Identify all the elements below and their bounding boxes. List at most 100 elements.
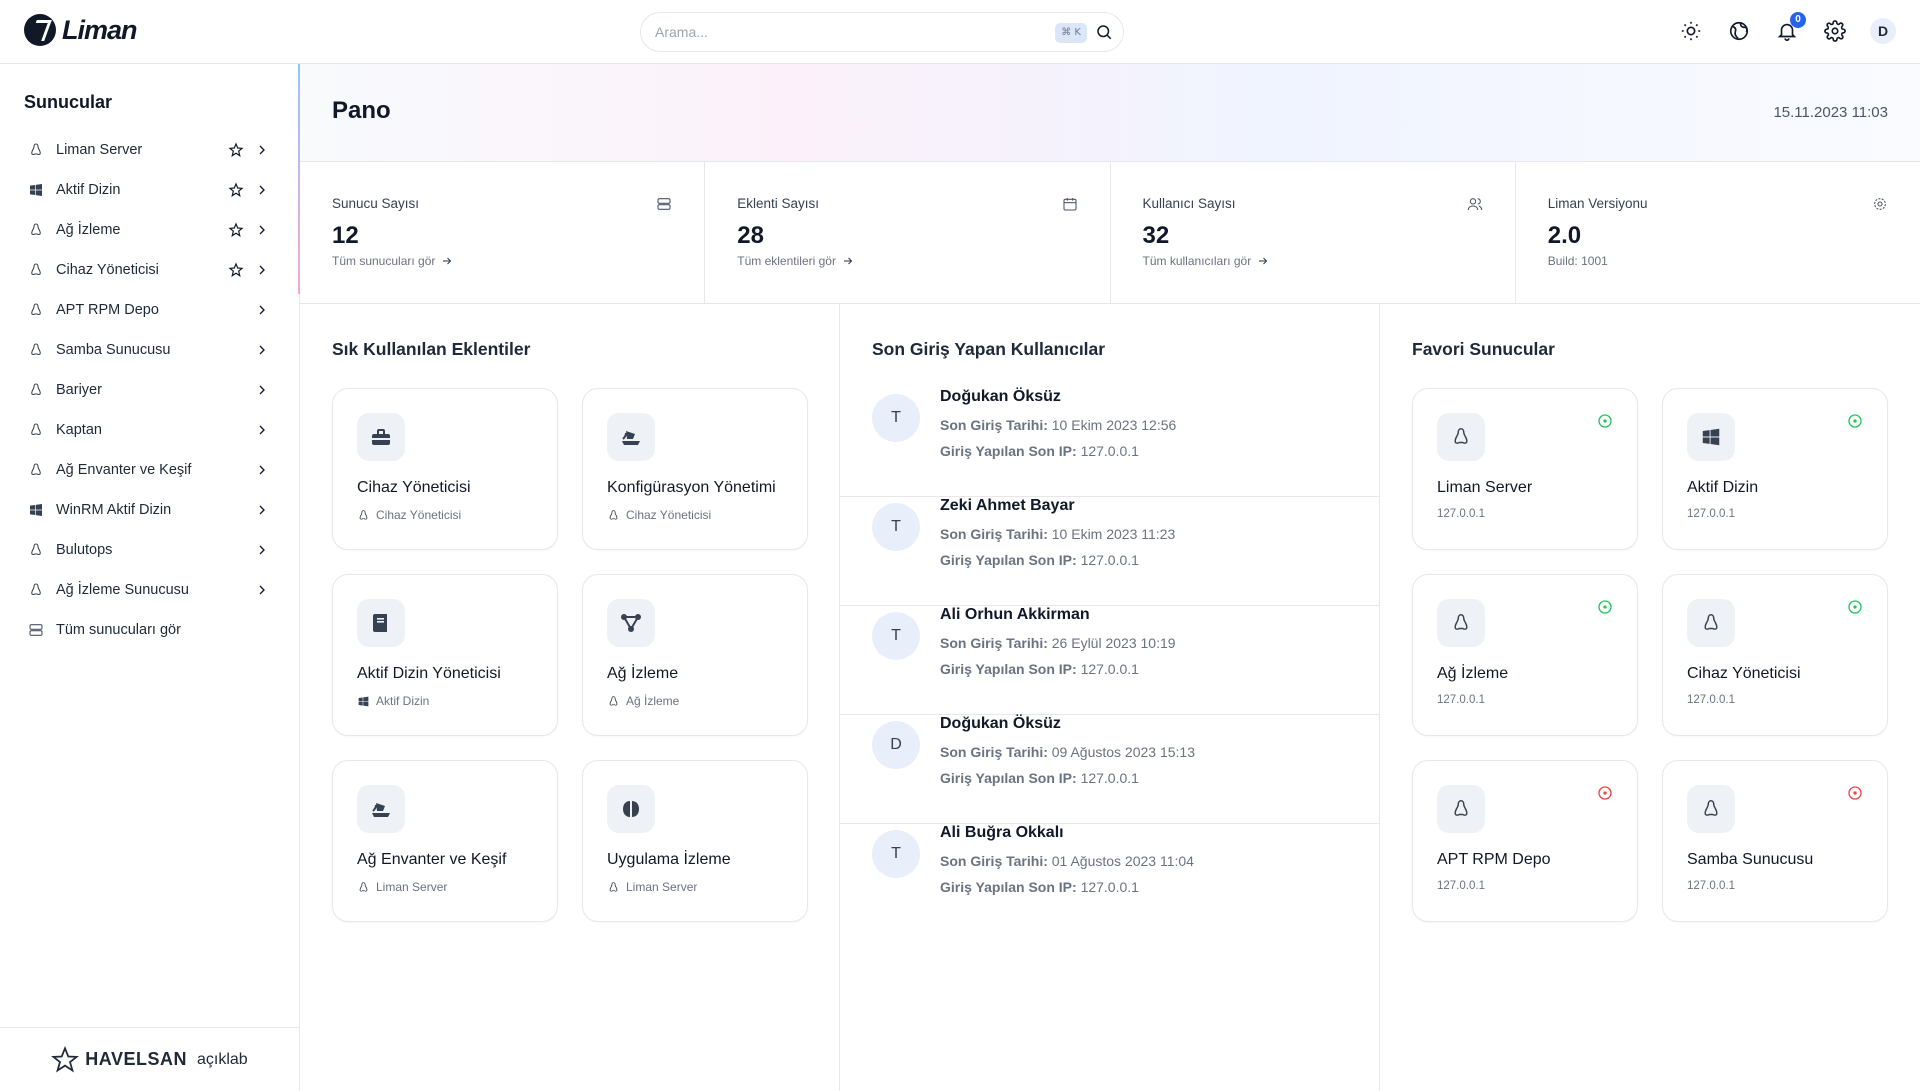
- sidebar-item[interactable]: Liman Server: [24, 130, 274, 170]
- chevron-right-icon[interactable]: [254, 542, 270, 558]
- chevron-right-icon[interactable]: [254, 462, 270, 478]
- search-icon[interactable]: [1095, 23, 1113, 41]
- extension-name: Ağ İzleme: [607, 665, 679, 682]
- user-name: Ali Buğra Okkalı: [940, 824, 1064, 841]
- linux-icon: [607, 509, 620, 522]
- extension-name: Ağ Envanter ve Keşif: [357, 851, 507, 868]
- sidebar-item[interactable]: Samba Sunucusu: [24, 330, 274, 370]
- settings-button[interactable]: [1822, 18, 1848, 44]
- chevron-right-icon[interactable]: [254, 582, 270, 598]
- chevron-right-icon[interactable]: [254, 142, 270, 158]
- star-icon[interactable]: [228, 142, 244, 158]
- sidebar-item[interactable]: Ağ İzleme: [24, 210, 274, 250]
- last-login-value: 10 Ekim 2023 11:23: [1051, 526, 1176, 542]
- theme-toggle-button[interactable]: [1678, 18, 1704, 44]
- all-servers-link[interactable]: Tüm sunucuları gör: [24, 610, 274, 650]
- user-last-ip: Giriş Yapılan Son IP: 127.0.0.1: [940, 661, 1139, 677]
- favorite-server-card[interactable]: Samba Sunucusu 127.0.0.1: [1662, 760, 1888, 922]
- extension-server: Liman Server: [357, 880, 447, 894]
- stat-value: 28: [737, 222, 764, 249]
- stat-link-label: Build: 1001: [1547, 254, 1608, 268]
- server-list: Liman Server Aktif Dizin Ağ İzleme Cihaz…: [24, 130, 274, 650]
- notifications-button[interactable]: 0: [1774, 12, 1806, 44]
- sidebar-item[interactable]: Aktif Dizin: [24, 170, 274, 210]
- chevron-right-icon[interactable]: [254, 182, 270, 198]
- top-bar: Liman ⌘ K 0 D: [0, 0, 1920, 64]
- user-avatar-initial: T: [872, 830, 920, 878]
- favorite-server-card[interactable]: Liman Server 127.0.0.1: [1412, 388, 1638, 550]
- last-ip-value: 127.0.0.1: [1080, 661, 1139, 677]
- extension-card[interactable]: Cihaz Yöneticisi Cihaz Yöneticisi: [332, 388, 558, 550]
- chevron-right-icon[interactable]: [254, 382, 270, 398]
- ship-icon: [607, 413, 655, 461]
- user-avatar-initial: T: [872, 503, 920, 551]
- chevron-right-icon[interactable]: [254, 502, 270, 518]
- favorites-column: Favori Sunucular Liman Server 127.0.0.1 …: [1380, 304, 1920, 1091]
- chevron-right-icon[interactable]: [254, 342, 270, 358]
- favorite-server-card[interactable]: Ağ İzleme 127.0.0.1: [1412, 574, 1638, 736]
- stat-link[interactable]: Tüm kullanıcıları gör: [1143, 254, 1270, 268]
- stat-link[interactable]: Tüm eklentileri gör: [737, 254, 854, 268]
- user-avatar-initial: T: [872, 612, 920, 660]
- sidebar-item[interactable]: Cihaz Yöneticisi: [24, 250, 274, 290]
- sidebar-item[interactable]: Ağ Envanter ve Keşif: [24, 450, 274, 490]
- favorite-server-card[interactable]: APT RPM Depo 127.0.0.1: [1412, 760, 1638, 922]
- last-login-key: Son Giriş Tarihi:: [940, 635, 1048, 651]
- stat-link-label: Tüm eklentileri gör: [737, 254, 836, 268]
- last-ip-key: Giriş Yapılan Son IP:: [940, 552, 1077, 568]
- sidebar-item-label: Ağ İzleme Sunucusu: [56, 582, 189, 598]
- stats-row: Sunucu Sayısı 12 Tüm sunucuları gör Ekle…: [300, 162, 1920, 304]
- chevron-right-icon[interactable]: [254, 302, 270, 318]
- star-icon[interactable]: [228, 182, 244, 198]
- extension-card[interactable]: Uygulama İzleme Liman Server: [582, 760, 808, 922]
- last-login-key: Son Giriş Tarihi:: [940, 853, 1048, 869]
- extension-server-label: Liman Server: [626, 880, 698, 894]
- extensions-button[interactable]: [1726, 18, 1752, 44]
- last-ip-key: Giriş Yapılan Son IP:: [940, 661, 1077, 677]
- sidebar-item[interactable]: APT RPM Depo: [24, 290, 274, 330]
- extension-name: Cihaz Yöneticisi: [357, 479, 471, 496]
- chevron-right-icon[interactable]: [254, 422, 270, 438]
- linux-icon: [357, 509, 370, 522]
- search-shortcut: ⌘ K: [1055, 23, 1087, 43]
- user-name: Zeki Ahmet Bayar: [940, 497, 1075, 514]
- extension-server-label: Ağ İzleme: [626, 694, 680, 708]
- extension-card[interactable]: Konfigürasyon Yönetimi Cihaz Yöneticisi: [582, 388, 808, 550]
- chevron-right-icon[interactable]: [254, 222, 270, 238]
- calendar-icon: [1062, 196, 1078, 212]
- sidebar-item[interactable]: Kaptan: [24, 410, 274, 450]
- footer-sub: açıklab: [196, 1050, 248, 1068]
- sidebar-item[interactable]: WinRM Aktif Dizin: [24, 490, 274, 530]
- book-icon: [357, 599, 405, 647]
- page-header: Pano 15.11.2023 11:03: [300, 64, 1920, 162]
- linux-icon: [357, 881, 370, 894]
- favorite-server-card[interactable]: Aktif Dizin 127.0.0.1: [1662, 388, 1888, 550]
- server-name: APT RPM Depo: [1437, 851, 1551, 868]
- extension-card[interactable]: Ağ Envanter ve Keşif Liman Server: [332, 760, 558, 922]
- server-ip: 127.0.0.1: [1437, 880, 1485, 892]
- extension-card[interactable]: Ağ İzleme Ağ İzleme: [582, 574, 808, 736]
- star-icon[interactable]: [228, 222, 244, 238]
- extension-cards: Cihaz Yöneticisi Cihaz Yöneticisi Konfig…: [332, 388, 808, 922]
- search-input[interactable]: [655, 21, 1035, 43]
- star-icon[interactable]: [228, 262, 244, 278]
- liman-logo-icon: [24, 14, 56, 46]
- stat-value: 2.0: [1547, 222, 1582, 249]
- user-avatar[interactable]: D: [1870, 18, 1896, 44]
- extension-name: Uygulama İzleme: [607, 851, 731, 868]
- linux-icon: [28, 222, 44, 238]
- liman-logo[interactable]: Liman: [24, 14, 138, 46]
- server-name: Liman Server: [1437, 479, 1533, 496]
- sidebar-item[interactable]: Bariyer: [24, 370, 274, 410]
- sidebar-item-label: Kaptan: [56, 422, 102, 438]
- sidebar-item[interactable]: Ağ İzleme Sunucusu: [24, 570, 274, 610]
- status-online-icon: [1848, 414, 1862, 428]
- favorite-server-card[interactable]: Cihaz Yöneticisi 127.0.0.1: [1662, 574, 1888, 736]
- stat-link[interactable]: Tüm sunucuları gör: [332, 254, 453, 268]
- status-offline-icon: [1598, 786, 1612, 800]
- extension-card[interactable]: Aktif Dizin Yöneticisi Aktif Dizin: [332, 574, 558, 736]
- chevron-right-icon[interactable]: [254, 262, 270, 278]
- search-box[interactable]: ⌘ K: [640, 12, 1124, 52]
- sidebar-item[interactable]: Bulutops: [24, 530, 274, 570]
- user-last-ip: Giriş Yapılan Son IP: 127.0.0.1: [940, 443, 1139, 459]
